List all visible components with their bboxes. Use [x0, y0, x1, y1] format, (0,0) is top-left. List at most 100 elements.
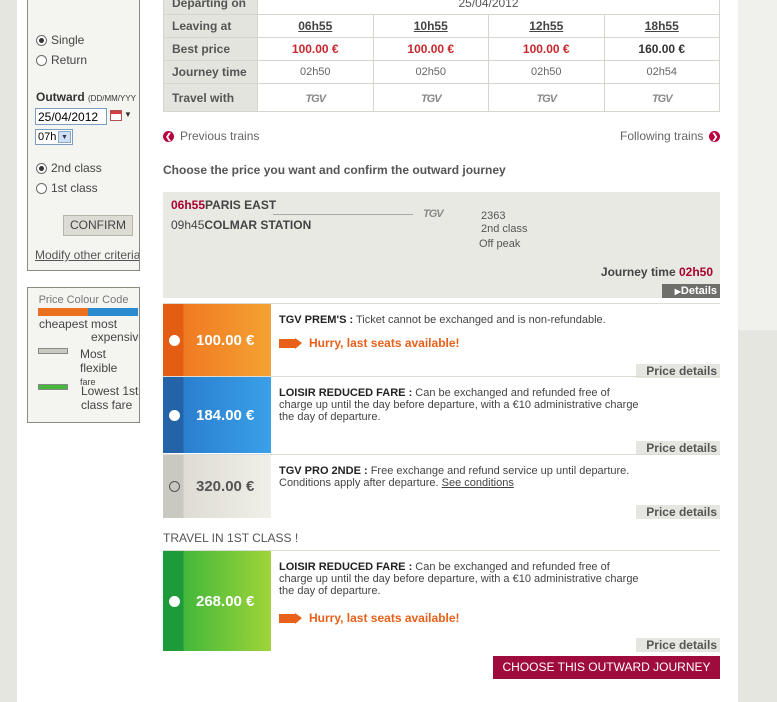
leaving-row: Leaving at 06h55 10h55 12h55 18h55 [163, 14, 720, 38]
period-label: Off peak [479, 238, 521, 250]
chevron-right-icon[interactable]: ❯ [709, 130, 721, 142]
legend-first-swatch [38, 384, 68, 390]
outward-time-select[interactable]: 07h ▼ [35, 129, 73, 145]
best-price-label: Best price [163, 37, 258, 61]
price-details-button[interactable]: Price details [634, 638, 720, 652]
legend-expensive: expensive [91, 330, 140, 344]
fare-option[interactable]: 268.00 € LOISIR REDUCED FARE : Can be ex… [163, 550, 720, 652]
right-panel [738, 0, 777, 330]
see-conditions-link[interactable]: See conditions [442, 477, 514, 489]
radio-icon[interactable] [169, 409, 180, 421]
leaving-time-link[interactable]: 06h55 [257, 14, 374, 38]
trip-single-option[interactable]: Single [36, 33, 84, 47]
departure-time: 06h55 [171, 198, 206, 212]
hurry-alert: Hurry, last seats available! [279, 611, 460, 625]
journey-time-total: Journey time 02h50 [601, 265, 713, 279]
journey-time-value: 02h50 [257, 60, 374, 84]
fare-description: LOISIR REDUCED FARE : Can be exchanged a… [279, 387, 639, 423]
travel-with-row: Travel with TGV TGV TGV TGV [163, 83, 720, 112]
instructions-text: Choose the price you want and confirm th… [163, 163, 506, 177]
previous-trains-label[interactable]: Previous trains [180, 129, 259, 143]
legend-most: Most [80, 347, 107, 361]
fare-price-tag[interactable]: 100.00 € [163, 304, 271, 376]
legend-cheap-swatch [38, 308, 88, 316]
radio-icon[interactable] [169, 481, 180, 492]
fare-price: 320.00 € [196, 478, 255, 495]
radio-selected-icon[interactable] [36, 34, 47, 46]
tgv-logo-text: TGV [536, 92, 557, 105]
fare-price-tag[interactable]: 268.00 € [163, 551, 271, 651]
fare-description: LOISIR REDUCED FARE : Can be exchanged a… [279, 561, 639, 597]
radio-icon[interactable] [169, 595, 180, 607]
fare-price: 268.00 € [196, 592, 255, 610]
fare-conditions: Ticket cannot be exchanged and is non-re… [355, 314, 606, 326]
chevron-left-icon[interactable]: ❮ [163, 130, 174, 142]
price-colour-legend: Price Colour Code cheapest most expensiv… [27, 287, 140, 423]
tgv-logo-icon: TGV [488, 83, 605, 112]
best-price-value: 100.00 € [488, 37, 605, 61]
tgv-logo-text: TGV [651, 92, 673, 105]
outward-format-hint: (DD/MM/YYY [88, 94, 137, 103]
arrival-station: COLMAR STATION [204, 218, 312, 232]
first-class-title: TRAVEL IN 1ST CLASS ! [163, 531, 299, 545]
class-2nd-option[interactable]: 2nd class [36, 161, 102, 175]
departing-row: Departing on 25/04/2012 [163, 0, 720, 15]
previous-trains-link[interactable]: ❮ Previous trains [163, 129, 259, 143]
price-details-button[interactable]: Price details [634, 441, 720, 455]
fare-price-tag[interactable]: 184.00 € [163, 377, 271, 453]
travel-with-label: Travel with [163, 83, 258, 112]
journey-summary: 06h55PARIS EAST 09h45COLMAR STATION TGV … [163, 192, 720, 298]
legend-flexible: flexible [80, 361, 118, 375]
best-price-value: 100.00 € [372, 37, 489, 61]
legend-class-fare: class fare [81, 398, 133, 412]
choose-outward-journey-button[interactable]: CHOOSE THIS OUTWARD JOURNEY [493, 656, 720, 679]
leaving-time-link[interactable]: 10h55 [372, 14, 489, 38]
trip-return-option[interactable]: Return [36, 53, 87, 67]
arrival-line: 09h45COLMAR STATION [171, 218, 311, 232]
journey-time-value: 02h50 [372, 60, 489, 84]
calendar-dropdown-icon[interactable]: ▼ [124, 110, 132, 119]
radio-icon[interactable] [36, 182, 47, 194]
best-price-value: 160.00 € [603, 37, 720, 61]
following-trains-label[interactable]: Following trains [620, 129, 703, 143]
details-button[interactable]: ▶Details [662, 284, 720, 298]
fare-option[interactable]: 320.00 € TGV PRO 2NDE : Free exchange an… [163, 454, 720, 519]
fare-price-tag[interactable]: 320.00 € [163, 455, 271, 518]
fare-option[interactable]: 184.00 € LOISIR REDUCED FARE : Can be ex… [163, 376, 720, 455]
journey-time-total-value: 02h50 [678, 265, 713, 279]
journey-time-row: Journey time 02h50 02h50 02h50 02h54 [163, 60, 720, 84]
confirm-button[interactable]: CONFIRM [63, 215, 133, 236]
train-timetable: Departing on 25/04/2012 Leaving at 06h55… [163, 0, 720, 112]
chevron-down-icon[interactable]: ▼ [58, 131, 71, 143]
search-criteria-panel: Single Return Outward (DD/MM/YYY 25/04/2… [27, 0, 140, 271]
details-label: Details [680, 285, 717, 297]
best-price-value: 100.00 € [257, 37, 374, 61]
legend-expensive-swatch [88, 308, 138, 316]
fare-name: LOISIR REDUCED FARE : [279, 387, 413, 399]
outward-date-input[interactable]: 25/04/2012 [35, 108, 107, 125]
journey-divider [273, 214, 413, 215]
radio-selected-icon[interactable] [36, 162, 47, 174]
legend-gradient-bar [38, 308, 138, 316]
following-trains-link[interactable]: Following trains ❯ [620, 129, 721, 143]
radio-icon[interactable] [36, 54, 47, 66]
journey-time-label: Journey time [163, 60, 258, 84]
calendar-icon[interactable] [110, 110, 122, 121]
leaving-time-link[interactable]: 12h55 [488, 14, 605, 38]
fare-name: TGV PRO 2NDE : [279, 465, 368, 477]
radio-icon[interactable] [169, 334, 180, 346]
tgv-logo-icon: TGV [372, 83, 489, 112]
journey-time-value: 02h50 [488, 60, 605, 84]
departing-label: Departing on [163, 0, 258, 15]
fare-name: LOISIR REDUCED FARE : [279, 561, 413, 573]
modify-criteria-link[interactable]: Modify other criteria [35, 248, 139, 262]
journey-time-value: 02h54 [603, 60, 720, 84]
fare-option[interactable]: 100.00 € TGV PREM'S : Ticket cannot be e… [163, 303, 720, 378]
price-details-button[interactable]: Price details [634, 505, 720, 519]
outward-label-text: Outward [36, 90, 85, 104]
tgv-logo-icon: TGV [257, 83, 374, 112]
class-1st-option[interactable]: 1st class [36, 181, 98, 195]
leaving-time-link[interactable]: 18h55 [603, 14, 720, 38]
legend-flexible-swatch [38, 348, 68, 354]
leaving-label: Leaving at [163, 14, 258, 38]
